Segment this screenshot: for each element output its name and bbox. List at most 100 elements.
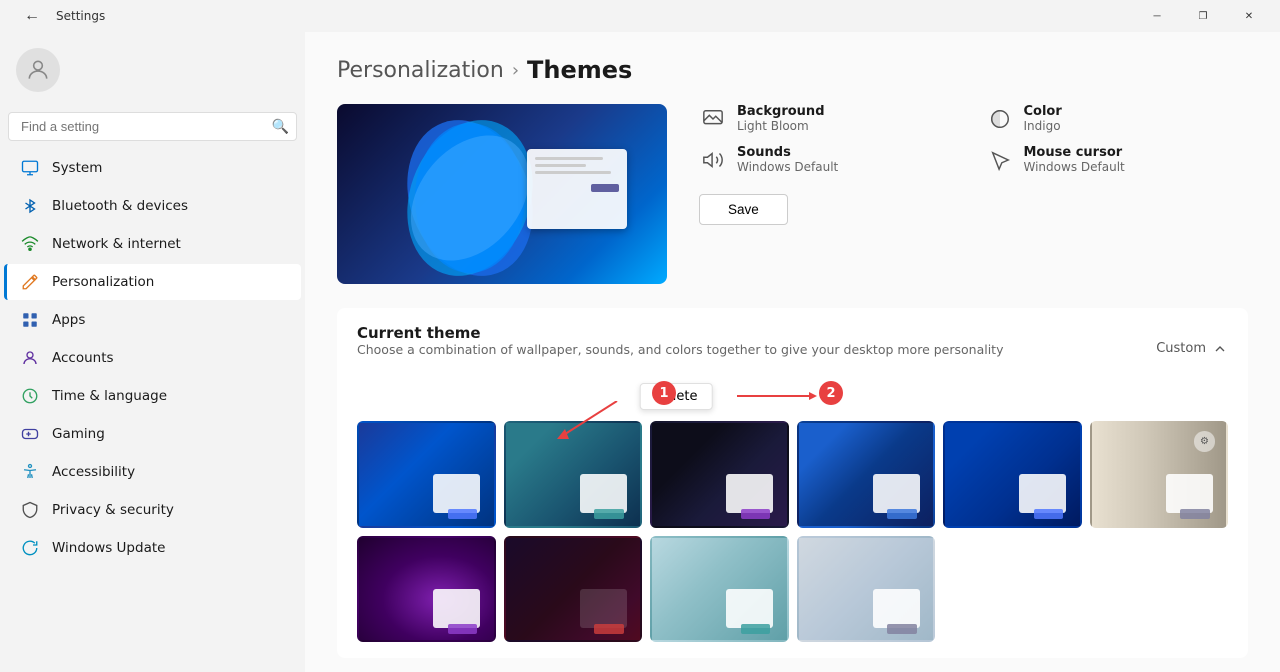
close-button[interactable]: ✕	[1226, 0, 1272, 32]
theme-mini-window	[726, 474, 773, 513]
save-button[interactable]: Save	[699, 194, 788, 225]
mouse-setting[interactable]: Mouse cursor Windows Default	[986, 145, 1249, 174]
color-label: Color	[1024, 104, 1062, 119]
clock-icon	[20, 386, 40, 406]
sidebar-item-bluetooth[interactable]: Bluetooth & devices	[4, 188, 301, 224]
avatar	[16, 48, 60, 92]
breadcrumb-current: Themes	[527, 56, 632, 84]
sidebar-item-apps-label: Apps	[52, 312, 85, 328]
sidebar-item-network[interactable]: Network & internet	[4, 226, 301, 262]
breadcrumb-separator: ›	[512, 60, 519, 81]
sidebar-item-network-label: Network & internet	[52, 236, 181, 252]
diagonal-arrow	[557, 401, 657, 441]
sidebar-item-accounts[interactable]: Accounts	[4, 340, 301, 376]
themes-header: Current theme Choose a combination of wa…	[357, 324, 1228, 373]
themes-grid-row2	[357, 536, 1228, 643]
theme-mini-window	[873, 589, 920, 628]
annotation-circle-1: 1	[652, 381, 676, 405]
gaming-icon	[20, 424, 40, 444]
person-icon	[20, 348, 40, 368]
sidebar-item-time-label: Time & language	[52, 388, 167, 404]
shield-icon	[20, 500, 40, 520]
annotation-arrow	[737, 389, 817, 403]
theme-mini-bar	[741, 624, 771, 634]
accessibility-icon	[20, 462, 40, 482]
background-icon	[699, 105, 727, 133]
theme-settings-grid: Background Light Bloom Color Indigo	[699, 104, 1248, 174]
theme-thumb-10[interactable]	[797, 536, 936, 643]
background-label: Background	[737, 104, 825, 119]
search-input[interactable]	[8, 112, 297, 141]
color-setting[interactable]: Color Indigo	[986, 104, 1249, 133]
breadcrumb-parent[interactable]: Personalization	[337, 58, 504, 83]
theme-mini-bar	[1034, 509, 1064, 519]
theme-mini-bar	[594, 509, 624, 519]
theme-mini-bar	[741, 509, 771, 519]
bluetooth-icon	[20, 196, 40, 216]
background-setting[interactable]: Background Light Bloom	[699, 104, 962, 133]
annotation-circle-2: 2	[819, 381, 843, 405]
mouse-label: Mouse cursor	[1024, 145, 1125, 160]
sounds-label: Sounds	[737, 145, 838, 160]
delete-tooltip-area: 1 Delete 2	[357, 377, 1228, 417]
sidebar-item-update[interactable]: Windows Update	[4, 530, 301, 566]
breadcrumb: Personalization › Themes	[337, 56, 1248, 84]
theme-settings-panel: Background Light Bloom Color Indigo	[699, 104, 1248, 225]
theme-mini-bar	[448, 509, 478, 519]
themes-grid-row1: ⚙	[357, 421, 1228, 528]
titlebar-title: Settings	[56, 9, 105, 23]
theme-mini-bar	[1180, 509, 1210, 519]
titlebar-left: ← Settings	[16, 3, 105, 29]
theme-thumb-6[interactable]: ⚙	[1090, 421, 1229, 528]
themes-title: Current theme	[357, 324, 1003, 342]
theme-mini-bar	[887, 509, 917, 519]
sounds-setting[interactable]: Sounds Windows Default	[699, 145, 962, 174]
theme-mini-window	[873, 474, 920, 513]
sidebar-item-personalization-label: Personalization	[52, 274, 154, 290]
sidebar-item-gaming-label: Gaming	[52, 426, 105, 442]
theme-mini-window	[726, 589, 773, 628]
background-text: Background Light Bloom	[737, 104, 825, 133]
restore-button[interactable]: ❐	[1180, 0, 1226, 32]
sidebar-item-apps[interactable]: Apps	[4, 302, 301, 338]
titlebar: ← Settings ─ ❐ ✕	[0, 0, 1280, 32]
sidebar-item-time[interactable]: Time & language	[4, 378, 301, 414]
sidebar-item-accessibility[interactable]: Accessibility	[4, 454, 301, 490]
theme-thumb-1[interactable]	[357, 421, 496, 528]
monitor-icon	[20, 158, 40, 178]
sidebar-item-gaming[interactable]: Gaming	[4, 416, 301, 452]
sounds-text: Sounds Windows Default	[737, 145, 838, 174]
theme-thumb-3[interactable]	[650, 421, 789, 528]
color-icon	[986, 105, 1014, 133]
theme-thumb-8[interactable]	[504, 536, 643, 643]
brush-icon	[20, 272, 40, 292]
sidebar-item-bluetooth-label: Bluetooth & devices	[52, 198, 188, 214]
back-button[interactable]: ←	[16, 3, 48, 29]
theme-thumb-9[interactable]	[650, 536, 789, 643]
theme-mini-window	[580, 589, 627, 628]
sidebar-item-accounts-label: Accounts	[52, 350, 114, 366]
apps-icon	[20, 310, 40, 330]
theme-preview-section: Background Light Bloom Color Indigo	[337, 104, 1248, 284]
search-box: 🔍	[8, 112, 297, 141]
mouse-value: Windows Default	[1024, 160, 1125, 174]
search-icon: 🔍	[272, 119, 289, 135]
sidebar-user	[0, 36, 305, 104]
color-value: Indigo	[1024, 119, 1062, 133]
themes-toggle[interactable]: Custom	[1156, 341, 1228, 357]
theme-thumb-4[interactable]	[797, 421, 936, 528]
sidebar-item-accessibility-label: Accessibility	[52, 464, 135, 480]
theme-mini-window	[433, 589, 480, 628]
theme-thumb-7[interactable]	[357, 536, 496, 643]
theme-thumb-5[interactable]	[943, 421, 1082, 528]
theme-mini-bar	[594, 624, 624, 634]
sidebar-item-personalization[interactable]: Personalization	[4, 264, 301, 300]
background-value: Light Bloom	[737, 119, 825, 133]
theme-mini-bar	[887, 624, 917, 634]
sidebar-item-system[interactable]: System	[4, 150, 301, 186]
themes-subtitle: Choose a combination of wallpaper, sound…	[357, 342, 1003, 357]
preview-window-mock	[527, 149, 627, 229]
app-body: 🔍 System Bluetooth & devices Network & i…	[0, 32, 1280, 672]
minimize-button[interactable]: ─	[1134, 0, 1180, 32]
sidebar-item-privacy[interactable]: Privacy & security	[4, 492, 301, 528]
